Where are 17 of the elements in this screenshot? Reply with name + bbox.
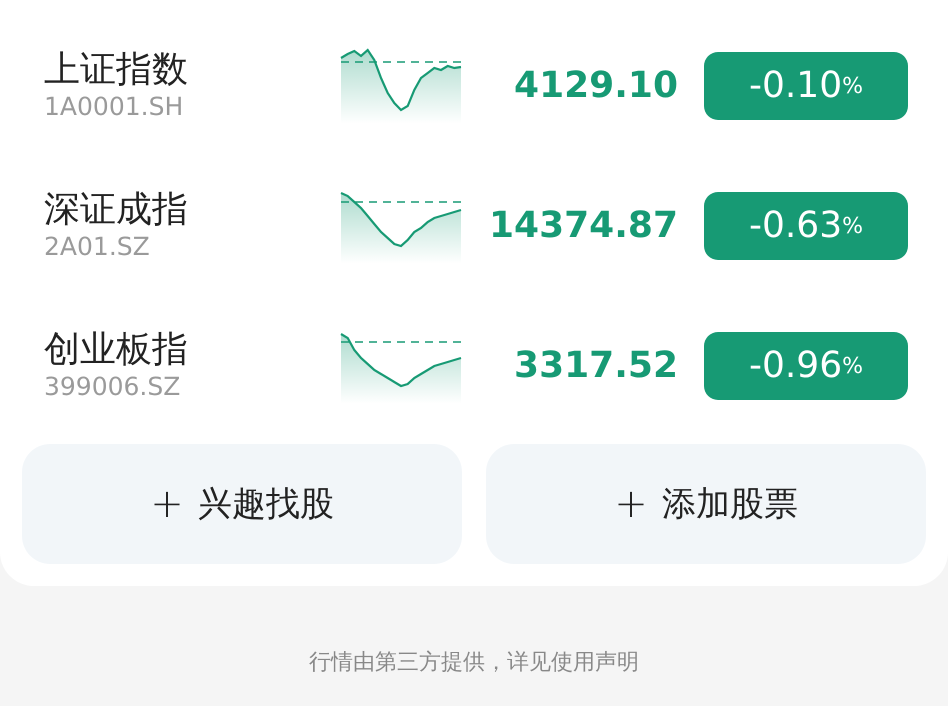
index-price: 4129.10 [513,64,679,108]
index-code: 1A0001.SH [44,91,184,124]
index-code: 399006.SZ [44,371,182,404]
index-name: 深证成指 [44,188,189,232]
change-badge[interactable]: -0.10% [704,52,908,120]
index-price: 14374.87 [488,204,679,248]
action-button[interactable]: + 兴趣找股 [22,444,462,564]
disclaimer-text: 行情由第三方提供，详见使用声明 [308,649,640,677]
plus-icon: + [614,474,648,534]
index-name: 上证指数 [44,48,189,92]
change-badge[interactable]: -0.96% [704,332,908,400]
index-code: 2A01.SZ [44,231,151,264]
index-price: 3317.52 [513,344,679,388]
index-name: 创业板指 [44,328,189,372]
change-badge[interactable]: -0.63% [704,192,908,260]
action-button[interactable]: + 添加股票 [486,444,926,564]
plus-icon: + [150,474,184,534]
